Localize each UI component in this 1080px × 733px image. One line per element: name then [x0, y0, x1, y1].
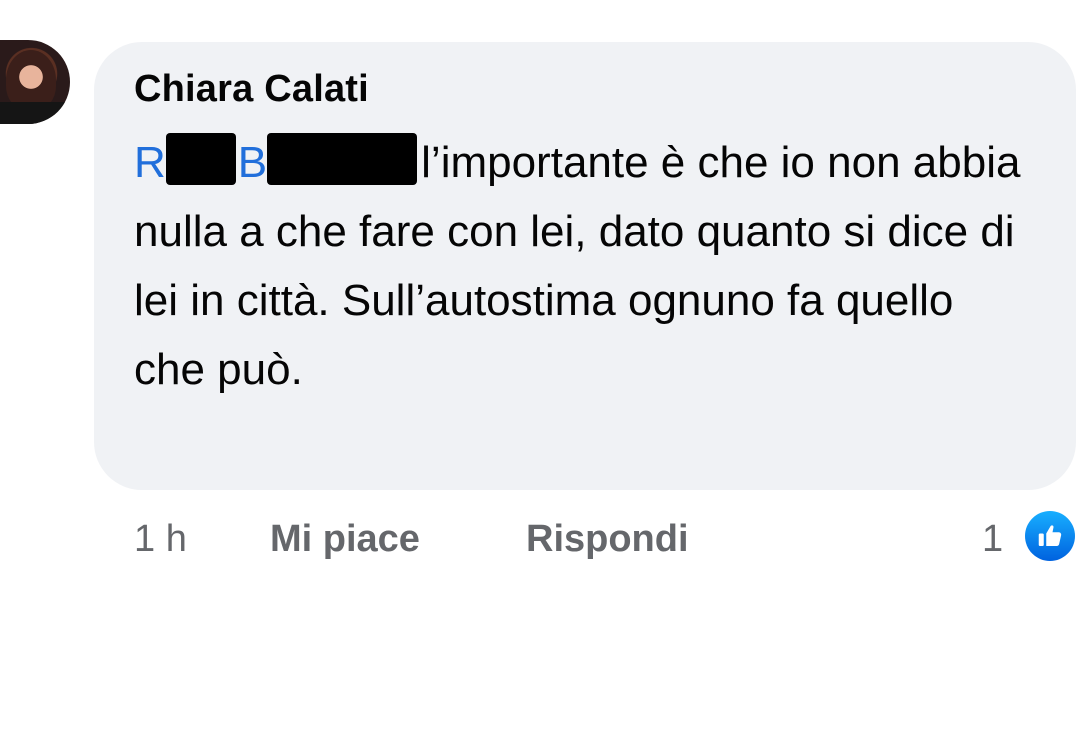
comment-text-line1: l’importante è che io — [421, 138, 815, 187]
comment-timestamp[interactable]: 1 h — [134, 518, 187, 561]
reaction-count[interactable]: 1 — [982, 518, 1003, 561]
reaction-badge[interactable] — [1022, 508, 1078, 564]
reply-button[interactable]: Rispondi — [526, 518, 689, 561]
avatar-portrait — [6, 50, 56, 110]
comment-text: R Bl’importante è che io non abbia nulla … — [134, 128, 1034, 404]
avatar-shirt — [0, 102, 70, 124]
mention-link[interactable]: RB — [134, 133, 421, 187]
comment-view: Chiara Calati R Bl’importante è che io no… — [0, 0, 1080, 733]
thumbs-up-icon — [1025, 511, 1075, 561]
comment-author[interactable]: Chiara Calati — [134, 68, 369, 111]
mention-last-initial: B — [237, 138, 268, 187]
like-button[interactable]: Mi piace — [270, 518, 420, 561]
redaction-mark — [267, 133, 418, 185]
redaction-mark — [165, 133, 236, 185]
mention-first-initial: R — [134, 138, 166, 187]
avatar[interactable] — [0, 40, 70, 124]
